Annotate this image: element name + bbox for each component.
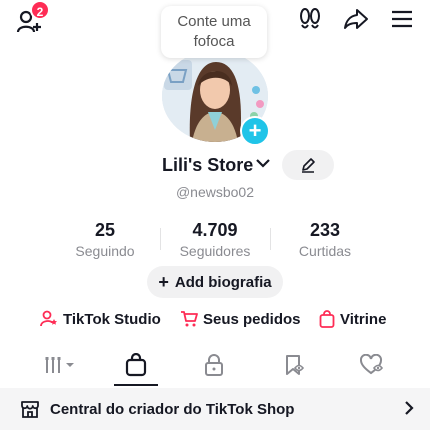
tab-private[interactable] [184, 346, 244, 384]
footprints-button[interactable] [296, 6, 324, 32]
profile-handle: @newsbo02 [175, 184, 255, 200]
menu-button[interactable] [388, 6, 416, 32]
tab-shop[interactable] [106, 346, 166, 386]
add-bio-button[interactable]: + Add biografia [147, 266, 283, 298]
stat-value: 233 [309, 220, 341, 240]
add-bio-label: Add biografia [174, 273, 272, 291]
stat-label: Curtidas [298, 243, 352, 259]
note-bubble-line2: fofoca [193, 33, 235, 50]
add-friend-button[interactable]: 2 [14, 0, 50, 34]
shop-creator-center-row[interactable]: Central do criador do TikTok Shop [0, 388, 430, 430]
bag-icon [319, 310, 335, 328]
notification-badge: 2 [30, 0, 50, 20]
stat-label: Seguidores [179, 243, 251, 259]
stat-label: Seguindo [75, 243, 135, 259]
lock-icon [205, 354, 223, 376]
grid-icon [45, 357, 74, 373]
tab-videos[interactable] [30, 346, 90, 384]
link-label: Vitrine [340, 310, 387, 328]
plus-icon: + [158, 271, 169, 292]
stat-likes[interactable]: 233 Curtidas [270, 220, 380, 259]
link-label: TikTok Studio [63, 310, 161, 328]
liked-heart-icon [360, 354, 384, 375]
profile-name[interactable]: Lili's Store [162, 155, 253, 176]
stat-value: 4.709 [192, 220, 238, 240]
stat-value: 25 [94, 220, 116, 240]
link-label: Seus pedidos [203, 310, 301, 328]
content-tabs [0, 346, 430, 386]
footprints-icon [300, 8, 320, 29]
stat-following[interactable]: 25 Seguindo [50, 220, 160, 259]
tiktok-studio-link[interactable]: TikTok Studio [40, 310, 161, 328]
avatar-container[interactable]: + [162, 50, 270, 146]
add-avatar-button[interactable]: + [240, 116, 270, 146]
tab-saved[interactable] [264, 346, 324, 384]
stats-row: 25 Seguindo 4.709 Seguidores 233 Curtida… [0, 220, 430, 264]
orders-link[interactable]: Seus pedidos [180, 310, 301, 328]
chevron-right-icon [405, 401, 414, 415]
shop-bag-icon [125, 353, 147, 377]
edit-profile-button[interactable] [282, 150, 334, 180]
chevron-down-icon[interactable] [256, 158, 270, 168]
share-icon [344, 9, 368, 29]
note-bubble[interactable]: Conte uma fofoca [161, 6, 267, 58]
shop-creator-center-label: Central do criador do TikTok Shop [50, 400, 295, 418]
note-bubble-line1: Conte uma [177, 13, 251, 30]
share-button[interactable] [342, 6, 370, 32]
pencil-icon [302, 158, 315, 173]
menu-icon [392, 10, 412, 28]
showcase-link[interactable]: Vitrine [319, 310, 386, 328]
cart-icon [181, 311, 198, 327]
storefront-icon [21, 401, 39, 418]
plus-icon: + [248, 118, 262, 143]
user-star-icon [40, 310, 57, 327]
stat-followers[interactable]: 4.709 Seguidores [160, 220, 270, 259]
tab-liked[interactable] [342, 346, 402, 384]
bookmark-icon [286, 355, 305, 375]
